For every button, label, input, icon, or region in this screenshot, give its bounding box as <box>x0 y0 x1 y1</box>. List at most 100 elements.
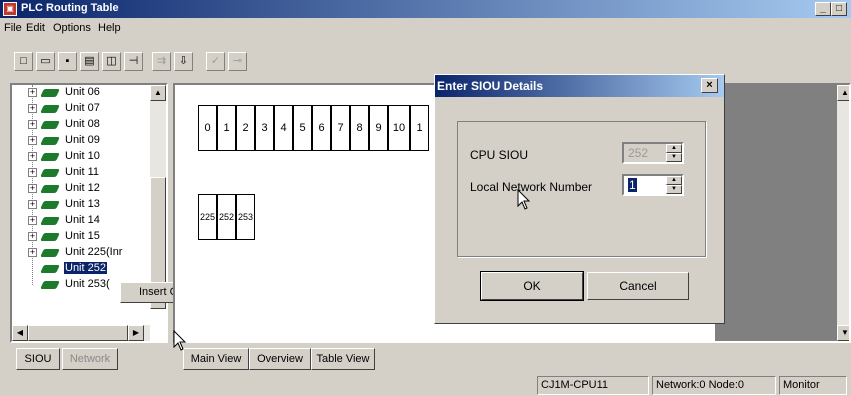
tab-network[interactable]: Network <box>62 348 118 370</box>
unit-slot[interactable]: 225 <box>198 194 217 240</box>
dialog-title-bar: Enter SIOU Details <box>435 75 724 97</box>
unit-slot[interactable]: 1 <box>217 105 236 151</box>
unit-slot[interactable]: 4 <box>274 105 293 151</box>
unit-slot[interactable]: 253 <box>236 194 255 240</box>
menu-file[interactable]: File <box>4 22 22 34</box>
scroll-right-icon[interactable]: ▶ <box>128 325 144 341</box>
unit-icon <box>40 169 60 177</box>
unit-slot[interactable]: 1 <box>410 105 429 151</box>
expand-icon[interactable]: + <box>28 120 37 129</box>
ok-button[interactable]: OK <box>481 272 583 300</box>
tab-main-view[interactable]: Main View <box>183 348 249 370</box>
local-network-value[interactable]: 1 <box>628 178 637 192</box>
download-icon[interactable]: ⇩ <box>174 52 193 71</box>
maximize-button[interactable]: □ <box>831 2 847 16</box>
spin-arrows[interactable]: ▲ ▼ <box>666 176 682 194</box>
dialog-title: Enter SIOU Details <box>437 79 544 93</box>
tab-overview[interactable]: Overview <box>249 348 311 370</box>
spin-down-icon: ▼ <box>666 153 682 162</box>
unit-slot[interactable]: 2 <box>236 105 255 151</box>
print-icon[interactable]: ▤ <box>80 52 99 71</box>
unit-icon <box>40 201 60 209</box>
unit-icon <box>40 185 60 193</box>
print-preview-icon[interactable]: ◫ <box>102 52 121 71</box>
scroll-up-icon[interactable]: ▲ <box>150 85 166 101</box>
main-vertical-scrollbar[interactable]: ▲ ▼ <box>837 85 849 341</box>
toolbar: □ ▭ ▪ ▤ ◫ ⊣ ⇉ ⇩ ✓ ⊸ <box>0 46 851 76</box>
local-network-stepper[interactable]: 1 ▲ ▼ <box>622 174 684 196</box>
unit-slot[interactable]: 10 <box>388 105 410 151</box>
pin-icon[interactable]: ⊣ <box>124 52 143 71</box>
unit-icon <box>40 137 60 145</box>
spin-arrows: ▲ ▼ <box>666 144 682 162</box>
transfer-icon[interactable]: ⇉ <box>152 52 171 71</box>
unit-icon <box>40 105 60 113</box>
scroll-down-icon[interactable]: ▼ <box>837 325 849 341</box>
expand-icon[interactable]: + <box>28 200 37 209</box>
unit-icon <box>40 121 60 129</box>
siou-fields-group: CPU SIOU 252 ▲ ▼ Local Network Number 1 … <box>457 121 706 257</box>
scroll-up-icon[interactable]: ▲ <box>837 85 849 101</box>
spin-up-icon[interactable]: ▲ <box>666 176 682 185</box>
unit-slot[interactable]: 0 <box>198 105 217 151</box>
expand-icon[interactable]: + <box>28 88 37 97</box>
scroll-thumb[interactable] <box>150 177 166 291</box>
unit-slot[interactable]: 5 <box>293 105 312 151</box>
local-network-label: Local Network Number <box>470 180 593 194</box>
check-icon[interactable]: ✓ <box>206 52 225 71</box>
minimize-button[interactable]: _ <box>815 2 831 16</box>
unit-slot[interactable]: 7 <box>331 105 350 151</box>
menu-options[interactable]: Options <box>53 22 91 34</box>
unit-icon <box>40 281 60 289</box>
status-cpu: CJ1M-CPU11 <box>537 376 649 395</box>
tree-horizontal-scrollbar[interactable]: ◀ ▶ <box>12 325 150 341</box>
unit-slot[interactable]: 8 <box>350 105 369 151</box>
unit-icon <box>40 249 60 257</box>
status-bar: CJ1M-CPU11 Network:0 Node:0 Monitor <box>0 376 851 396</box>
status-network-node: Network:0 Node:0 <box>652 376 776 395</box>
mouse-pointer-icon <box>173 330 187 351</box>
open-folder-icon[interactable]: ▭ <box>36 52 55 71</box>
cancel-button[interactable]: Cancel <box>587 272 689 300</box>
unit-slot[interactable]: 252 <box>217 194 236 240</box>
unit-icon <box>40 265 60 273</box>
cpu-siou-value: 252 <box>628 146 649 160</box>
app-icon: ▣ <box>3 2 17 16</box>
menu-bar: File Edit Options Help <box>0 18 851 38</box>
title-bar: ▣ PLC Routing Table _ □ <box>0 0 851 18</box>
expand-icon[interactable]: + <box>28 248 37 257</box>
window-title: PLC Routing Table <box>21 2 119 14</box>
inactive-area <box>715 85 849 341</box>
save-icon[interactable]: ▪ <box>58 52 77 71</box>
unit-slot[interactable]: 6 <box>312 105 331 151</box>
tree-vertical-scrollbar[interactable]: ▲ ▼ <box>150 85 166 309</box>
expand-icon[interactable]: + <box>28 184 37 193</box>
close-icon[interactable]: × <box>701 78 718 93</box>
unit-tree: + Unit 06 + Unit 07 + Unit 08 + Unit 09 + Uni… <box>10 83 168 343</box>
new-file-icon[interactable]: □ <box>14 52 33 71</box>
mouse-pointer-icon <box>517 189 531 210</box>
expand-icon[interactable]: + <box>28 216 37 225</box>
unit-slot[interactable]: 9 <box>369 105 388 151</box>
menu-edit[interactable]: Edit <box>26 22 45 34</box>
siou-details-dialog: Enter SIOU Details × CPU SIOU 252 ▲ ▼ Lo… <box>434 74 725 324</box>
spin-up-icon: ▲ <box>666 144 682 153</box>
spin-down-icon[interactable]: ▼ <box>666 185 682 194</box>
status-mode: Monitor <box>779 376 847 395</box>
expand-icon[interactable]: + <box>28 104 37 113</box>
expand-icon[interactable]: + <box>28 232 37 241</box>
unit-icon <box>40 89 60 97</box>
menu-help[interactable]: Help <box>98 22 121 34</box>
key-icon[interactable]: ⊸ <box>228 52 247 71</box>
scroll-left-icon[interactable]: ◀ <box>12 325 28 341</box>
scroll-thumb-horizontal[interactable] <box>28 325 128 341</box>
unit-slot[interactable]: 3 <box>255 105 274 151</box>
expand-icon[interactable]: + <box>28 168 37 177</box>
unit-icon <box>40 217 60 225</box>
expand-icon[interactable]: + <box>28 136 37 145</box>
cpu-siou-stepper: 252 ▲ ▼ <box>622 142 684 164</box>
tab-table-view[interactable]: Table View <box>311 348 375 370</box>
tab-siou[interactable]: SIOU <box>16 348 60 370</box>
expand-icon[interactable]: + <box>28 152 37 161</box>
cpu-siou-label: CPU SIOU <box>470 148 529 162</box>
